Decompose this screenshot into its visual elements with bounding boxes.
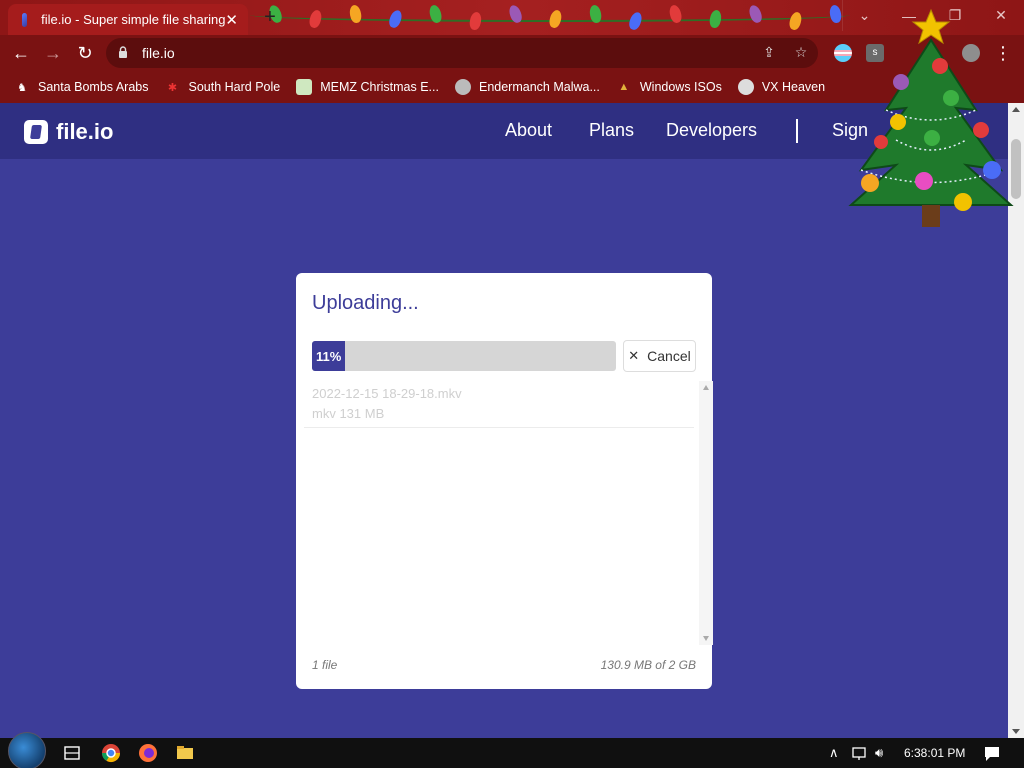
tab-search-icon[interactable]: ⌄	[842, 0, 886, 31]
cancel-label: Cancel	[647, 348, 691, 364]
web-page: file.io About Plans Developers Sign Uplo…	[0, 103, 1008, 738]
tab-title: file.io - Super simple file sharing	[41, 12, 226, 27]
scroll-up-icon[interactable]	[1012, 107, 1020, 112]
file-count: 1 file	[312, 658, 338, 672]
cancel-button[interactable]: ✕ Cancel	[623, 340, 696, 372]
upload-card: Uploading... 11% ✕ Cancel 2022-12-15 18-…	[296, 273, 713, 689]
bookmark-vx-heaven[interactable]: VX Heaven	[737, 79, 825, 95]
fileio-logo-icon	[24, 120, 48, 144]
lock-icon[interactable]	[118, 46, 128, 58]
close-icon: ✕	[628, 348, 640, 363]
progress-fill: 11%	[312, 341, 346, 371]
size-summary: 130.9 MB of 2 GB	[600, 658, 696, 672]
windows-taskbar: ∧ 🔊︎ 6:38:01 PM	[0, 732, 1024, 768]
network-icon[interactable]	[850, 744, 870, 764]
tab-strip: file.io - Super simple file sharing ✕ + …	[0, 0, 1024, 35]
scrollbar-thumb[interactable]	[1011, 139, 1021, 199]
bookmark-santa-bombs-arabs[interactable]: ♞ Santa Bombs Arabs	[14, 79, 148, 95]
scroll-down-icon[interactable]	[703, 636, 709, 641]
santa-icon: ♞	[17, 81, 27, 94]
forward-icon[interactable]: →	[42, 42, 64, 64]
maximize-icon[interactable]: ❐	[932, 0, 978, 31]
bookmark-memz-christmas[interactable]: MEMZ Christmas E...	[296, 79, 439, 95]
nav-developers[interactable]: Developers	[666, 120, 757, 141]
chrome-taskbar-icon[interactable]	[101, 743, 121, 763]
window-controls: ⌄ — ❐ ✕	[842, 0, 1024, 31]
back-icon[interactable]: ←	[10, 42, 32, 64]
scroll-up-icon[interactable]	[703, 385, 709, 390]
task-view-icon[interactable]	[62, 743, 82, 763]
clock[interactable]: 6:38:01 PM	[904, 746, 965, 760]
nav-plans[interactable]: Plans	[589, 120, 634, 141]
bookmark-endermanch-malware[interactable]: Endermanch Malwa...	[454, 79, 600, 95]
upload-progress-bar: 11%	[312, 341, 616, 371]
vx-icon	[737, 79, 754, 95]
endermanch-icon	[454, 79, 471, 95]
memz-icon	[296, 79, 313, 95]
volume-icon[interactable]: 🔊︎	[875, 745, 883, 761]
logo-text: file.io	[56, 119, 114, 144]
browser-chrome: file.io - Super simple file sharing ✕ + …	[0, 0, 1024, 103]
reload-icon[interactable]: ↻	[74, 42, 96, 64]
menu-kebab-icon[interactable]: ⋮	[992, 42, 1014, 64]
nav-sign-in[interactable]: Sign	[832, 120, 868, 141]
bookmark-south-hard-pole[interactable]: ✱ South Hard Pole	[164, 79, 280, 95]
christmas-lights-decoration	[250, 0, 850, 35]
close-window-icon[interactable]: ✕	[978, 0, 1024, 31]
fileio-favicon-icon	[22, 12, 28, 27]
scroll-down-icon[interactable]	[1012, 729, 1020, 734]
fileio-logo[interactable]: file.io	[24, 119, 113, 145]
action-center-icon[interactable]	[982, 744, 1002, 764]
list-item: 2022-12-15 18-29-18.mkv mkv 131 MB	[304, 381, 694, 428]
bookmark-star-icon[interactable]: ☆	[792, 44, 810, 62]
bookmark-windows-isos[interactable]: ▲ Windows ISOs	[616, 79, 721, 95]
file-name: 2022-12-15 18-29-18.mkv	[312, 386, 462, 401]
profile-avatar-icon[interactable]	[962, 44, 980, 62]
browser-toolbar: ← → ↻ file.io ⇪ ☆ s ⋮	[0, 35, 1024, 71]
file-meta: mkv 131 MB	[312, 406, 385, 421]
firefox-taskbar-icon[interactable]	[138, 743, 158, 763]
nav-divider	[796, 119, 798, 143]
chevron-up-icon[interactable]: ∧	[829, 745, 839, 761]
page-scrollbar[interactable]	[1008, 103, 1024, 738]
close-tab-icon[interactable]: ✕	[225, 11, 238, 29]
minimize-icon[interactable]: —	[886, 0, 932, 31]
extension-s-icon[interactable]: s	[866, 44, 884, 62]
upload-heading: Uploading...	[312, 292, 419, 314]
snowflake-icon: ✱	[167, 81, 178, 94]
url-text: file.io	[142, 45, 175, 61]
bookmarks-bar: ♞ Santa Bombs Arabs ✱ South Hard Pole ME…	[0, 71, 1024, 103]
file-explorer-icon[interactable]	[175, 743, 195, 763]
address-bar[interactable]: file.io ⇪ ☆	[106, 38, 818, 68]
file-list: 2022-12-15 18-29-18.mkv mkv 131 MB	[304, 381, 713, 645]
site-header: file.io About Plans Developers Sign	[0, 103, 1008, 159]
file-list-scrollbar[interactable]	[699, 381, 713, 645]
progress-percent: 11%	[316, 348, 342, 364]
tree-icon: ▲	[618, 81, 630, 93]
nav-about[interactable]: About	[505, 120, 552, 141]
extension-flag-icon[interactable]	[834, 44, 852, 62]
share-icon[interactable]: ⇪	[760, 44, 778, 62]
new-tab-icon[interactable]: +	[260, 6, 280, 29]
start-button-icon[interactable]	[8, 732, 46, 768]
active-tab[interactable]: file.io - Super simple file sharing ✕	[8, 4, 248, 35]
